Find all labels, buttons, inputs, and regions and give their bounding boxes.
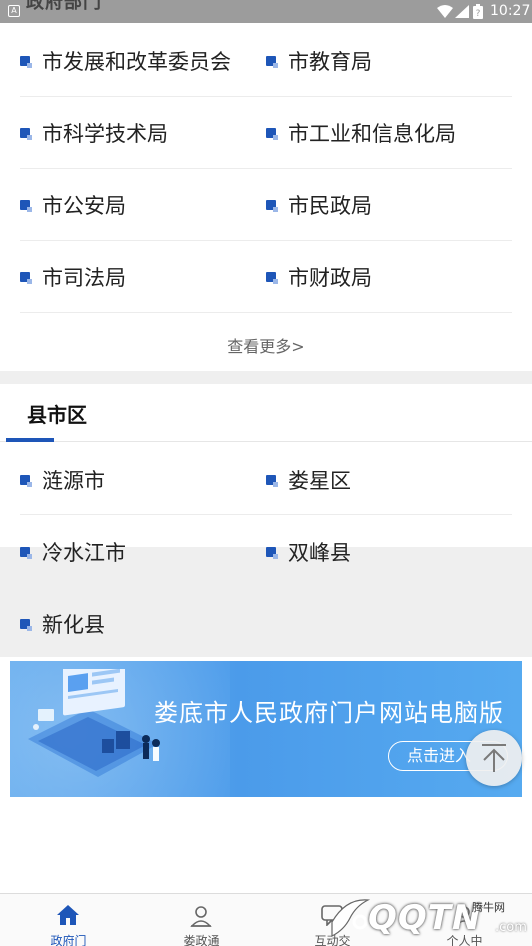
watermark-text: QQTN [368, 898, 482, 938]
watermark-suffix: .com [495, 920, 527, 935]
dept-label: 市公安局 [42, 194, 126, 218]
grid-row: 新化县 [20, 588, 512, 659]
dept-label: 市财政局 [288, 266, 372, 290]
battery-icon: ? [473, 4, 483, 19]
dept-label: 市工业和信息化局 [288, 122, 456, 146]
bullet-icon [266, 272, 278, 284]
dept-item[interactable]: 市财政局 [266, 241, 372, 313]
county-label: 娄星区 [288, 468, 351, 493]
nav-item-government[interactable]: 政府门 [2, 894, 135, 946]
county-header: 县市区 [0, 384, 532, 442]
bullet-icon [20, 474, 32, 487]
grid-row: 涟源市 娄星区 [20, 444, 512, 515]
home-icon [57, 905, 79, 925]
dept-label: 市发展和改革委员会 [42, 50, 231, 74]
dept-item[interactable]: 市教育局 [266, 25, 372, 97]
arrow-up-icon [482, 744, 506, 772]
dept-item[interactable]: 市科学技术局 [20, 97, 168, 169]
county-item[interactable]: 冷水江市 [20, 516, 126, 587]
dept-label: 市民政局 [288, 194, 372, 218]
dept-label: 市司法局 [42, 266, 126, 290]
county-item[interactable]: 娄星区 [266, 444, 351, 515]
grid-row: 市司法局 市财政局 [20, 241, 512, 313]
county-label: 双峰县 [288, 540, 351, 565]
county-title: 县市区 [27, 403, 87, 427]
grid-row: 冷水江市 双峰县 [20, 516, 512, 587]
nav-label: 娄政通 [183, 934, 220, 946]
county-label: 冷水江市 [42, 540, 126, 565]
watermark: QQTN 腾牛网 .com [320, 886, 532, 946]
bullet-icon [20, 618, 32, 631]
county-item[interactable]: 新化县 [20, 588, 105, 659]
view-more-link[interactable]: 查看更多> [0, 333, 532, 357]
dept-item[interactable]: 市公安局 [20, 169, 126, 241]
grid-row: 市发展和改革委员会 市教育局 [20, 25, 512, 97]
signal-icon [455, 5, 469, 18]
wifi-icon [437, 5, 453, 18]
county-item[interactable]: 涟源市 [20, 444, 105, 515]
dept-item[interactable]: 市民政局 [266, 169, 372, 241]
bullet-icon [266, 56, 278, 68]
section-title-peek: 政府部门 [26, 0, 102, 13]
dept-item[interactable]: 市工业和信息化局 [266, 97, 456, 169]
bullet-icon [20, 546, 32, 559]
desktop-site-banner[interactable]: 娄底市人民政府门户网站电脑版 点击进入 [10, 661, 522, 797]
county-label: 涟源市 [42, 468, 105, 493]
nav-item-louzhengtong[interactable]: 娄政通 [135, 894, 268, 946]
svg-text:?: ? [476, 9, 481, 19]
county-label: 新化县 [42, 612, 105, 637]
dept-label: 市科学技术局 [42, 122, 168, 146]
nav-label: 政府门 [50, 934, 87, 946]
bullet-icon [20, 272, 32, 284]
banner-title: 娄底市人民政府门户网站电脑版 [154, 699, 504, 727]
bullet-icon [20, 200, 32, 212]
user-icon [190, 906, 212, 927]
dept-label: 市教育局 [288, 50, 372, 74]
section-divider [0, 371, 532, 384]
bullet-icon [266, 474, 278, 487]
bullet-icon [266, 546, 278, 559]
computer-illustration-icon [28, 669, 160, 777]
bullet-icon [266, 200, 278, 212]
bullet-icon [20, 128, 32, 140]
bullet-icon [266, 128, 278, 140]
watermark-site: 腾牛网 [472, 901, 505, 914]
clock: 10:27 [490, 3, 531, 19]
department-grid: 市发展和改革委员会 市教育局 市科学技术局 市工业和信息化局 市公安局 市民政局… [0, 23, 532, 371]
grid-row: 市科学技术局 市工业和信息化局 [20, 97, 512, 169]
tab-indicator [6, 438, 54, 442]
dept-item[interactable]: 市司法局 [20, 241, 126, 313]
grid-row: 市公安局 市民政局 [20, 169, 512, 241]
status-bar: A 政府部门 ? 10:27 [0, 0, 532, 23]
dept-item[interactable]: 市发展和改革委员会 [20, 25, 231, 97]
back-to-top-button[interactable] [466, 730, 522, 786]
bullet-icon [20, 56, 32, 68]
notification-icon: A [8, 5, 20, 17]
county-item[interactable]: 双峰县 [266, 516, 351, 587]
